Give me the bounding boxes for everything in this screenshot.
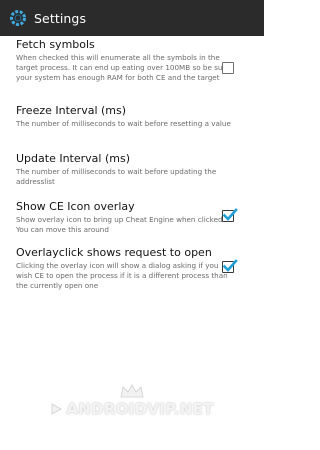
fetch-symbols-checkbox[interactable] — [222, 62, 234, 74]
play-icon — [51, 403, 63, 415]
watermark-label: ANDROIDVIP.NET — [66, 400, 214, 418]
show-ce-icon-overlay-checkbox[interactable] — [222, 208, 238, 222]
pref-fetch-symbols[interactable]: Fetch symbols When checked this will enu… — [16, 38, 232, 84]
pref-title: Fetch symbols — [16, 38, 95, 51]
pref-show-ce-icon-overlay[interactable]: Show CE Icon overlay Show overlay icon t… — [16, 200, 232, 235]
pref-title: Freeze Interval (ms) — [16, 104, 127, 117]
checkmark-icon — [222, 208, 238, 221]
checkmark-icon — [222, 259, 238, 272]
pref-summary: When checked this will enumerate all the… — [16, 53, 230, 83]
page-title: Settings — [34, 10, 87, 26]
overlayclick-request-checkbox[interactable] — [222, 259, 238, 273]
pref-title: Overlayclick shows request to open — [16, 246, 212, 259]
crown-icon — [120, 384, 144, 398]
pref-title: Show CE Icon overlay — [16, 200, 135, 213]
pref-overlayclick-request[interactable]: Overlayclick shows request to open Click… — [16, 246, 232, 292]
watermark-text: ANDROIDVIP.NET — [50, 400, 213, 418]
pref-summary: Show overlay icon to bring up Cheat Engi… — [16, 215, 225, 235]
action-bar: Settings — [0, 0, 264, 36]
pref-summary: The number of milliseconds to wait befor… — [16, 119, 231, 128]
pref-summary: The number of milliseconds to wait befor… — [16, 167, 217, 187]
watermark: ANDROIDVIP.NET — [0, 384, 264, 444]
pref-update-interval[interactable]: Update Interval (ms) The number of milli… — [16, 152, 232, 187]
pref-title: Update Interval (ms) — [16, 152, 130, 165]
cheat-engine-gear-icon[interactable] — [8, 8, 28, 28]
pref-freeze-interval[interactable]: Freeze Interval (ms) The number of milli… — [16, 104, 232, 129]
pref-summary: Clicking the overlay icon will show a di… — [16, 261, 228, 291]
